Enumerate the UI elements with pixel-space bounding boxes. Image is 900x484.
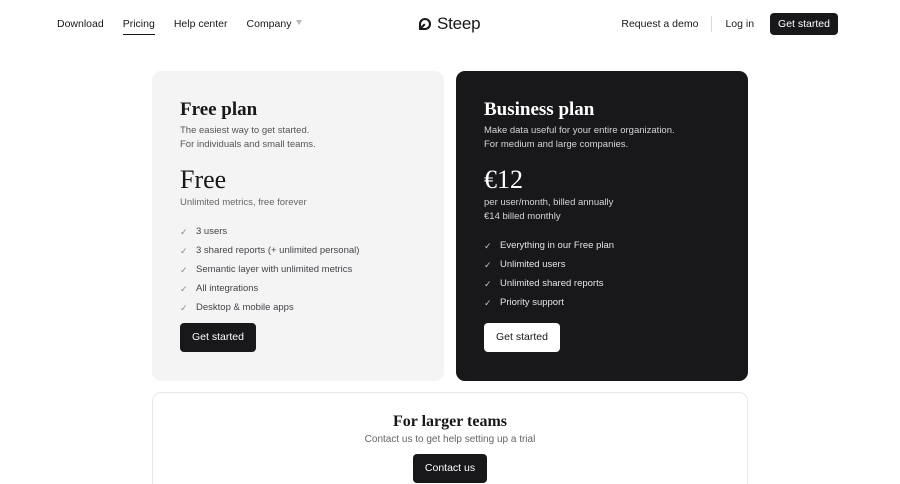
feature-item: ✓ Semantic layer with unlimited metrics: [180, 260, 416, 279]
nav-download[interactable]: Download: [57, 18, 104, 31]
brand-name: Steep: [437, 14, 481, 33]
feature-label: Unlimited users: [500, 258, 566, 270]
teams-subtitle: Contact us to get help setting up a tria…: [364, 434, 536, 445]
check-icon: ✓: [484, 240, 492, 251]
request-demo-link[interactable]: Request a demo: [621, 18, 698, 30]
nav-company[interactable]: Company: [247, 18, 303, 31]
feature-label: Priority support: [500, 296, 564, 308]
nav-divider: [711, 16, 713, 32]
price-note: €14 billed monthly: [484, 211, 561, 222]
top-nav: Download Pricing Help center Company Ste…: [0, 0, 900, 48]
steep-logo-icon: [418, 17, 432, 31]
nav-actions: Request a demo Log in Get started: [621, 13, 838, 35]
free-plan-card: Free plan The easiest way to get started…: [152, 71, 444, 381]
nav-company-label: Company: [246, 18, 292, 30]
price-note: Unlimited metrics, free forever: [180, 197, 307, 208]
feature-label: Desktop & mobile apps: [196, 301, 294, 313]
feature-item: ✓ Unlimited shared reports: [484, 274, 720, 293]
feature-item: ✓ 3 shared reports (+ unlimited personal): [180, 241, 416, 260]
feature-item: ✓ 3 users: [180, 222, 416, 241]
larger-teams-card: For larger teams Contact us to get help …: [152, 392, 748, 484]
plan-price: €12: [484, 165, 523, 194]
caret-down-icon: [296, 20, 303, 25]
nav-pricing[interactable]: Pricing: [122, 18, 155, 35]
feature-item: ✓ All integrations: [180, 279, 416, 298]
plan-subtitle: Make data useful for your entire organiz…: [484, 125, 675, 136]
price-note: per user/month, billed annually: [484, 197, 614, 208]
check-icon: ✓: [180, 264, 188, 275]
feature-label: Semantic layer with unlimited metrics: [196, 263, 353, 275]
check-icon: ✓: [484, 297, 492, 308]
feature-label: All integrations: [196, 282, 259, 294]
plan-subtitle: For medium and large companies.: [484, 139, 629, 150]
feature-list: ✓ Everything in our Free plan ✓ Unlimited …: [484, 236, 720, 312]
business-plan-card: Business plan Make data useful for your …: [456, 71, 748, 381]
check-icon: ✓: [180, 302, 188, 313]
get-started-button[interactable]: Get started: [770, 13, 838, 35]
feature-label: 3 users: [196, 225, 228, 237]
feature-list: ✓ 3 users ✓ 3 shared reports (+ unlimited …: [180, 222, 416, 317]
contact-us-button[interactable]: Contact us: [412, 454, 488, 483]
plan-title: Free plan: [180, 99, 258, 120]
feature-item: ✓ Priority support: [484, 293, 720, 312]
plan-title: Business plan: [484, 99, 595, 120]
plan-subtitle: For individuals and small teams.: [180, 139, 316, 150]
feature-label: Everything in our Free plan: [500, 239, 615, 251]
check-icon: ✓: [484, 259, 492, 270]
plan-subtitle: The easiest way to get started.: [180, 125, 310, 136]
plan-price: Free: [180, 165, 227, 194]
business-get-started-button[interactable]: Get started: [484, 323, 560, 352]
check-icon: ✓: [484, 278, 492, 289]
feature-label: Unlimited shared reports: [500, 277, 604, 289]
feature-label: 3 shared reports (+ unlimited personal): [196, 244, 360, 256]
free-get-started-button[interactable]: Get started: [180, 323, 256, 352]
check-icon: ✓: [180, 245, 188, 256]
feature-item: ✓ Unlimited users: [484, 255, 720, 274]
check-icon: ✓: [180, 226, 188, 237]
check-icon: ✓: [180, 283, 188, 294]
feature-item: ✓ Everything in our Free plan: [484, 236, 720, 255]
login-link[interactable]: Log in: [725, 18, 754, 30]
nav-links: Download Pricing Help center Company: [57, 18, 321, 35]
nav-help-center[interactable]: Help center: [174, 18, 228, 31]
brand-logo[interactable]: Steep: [418, 14, 481, 34]
feature-item: ✓ Desktop & mobile apps: [180, 298, 416, 317]
teams-title: For larger teams: [392, 413, 508, 430]
